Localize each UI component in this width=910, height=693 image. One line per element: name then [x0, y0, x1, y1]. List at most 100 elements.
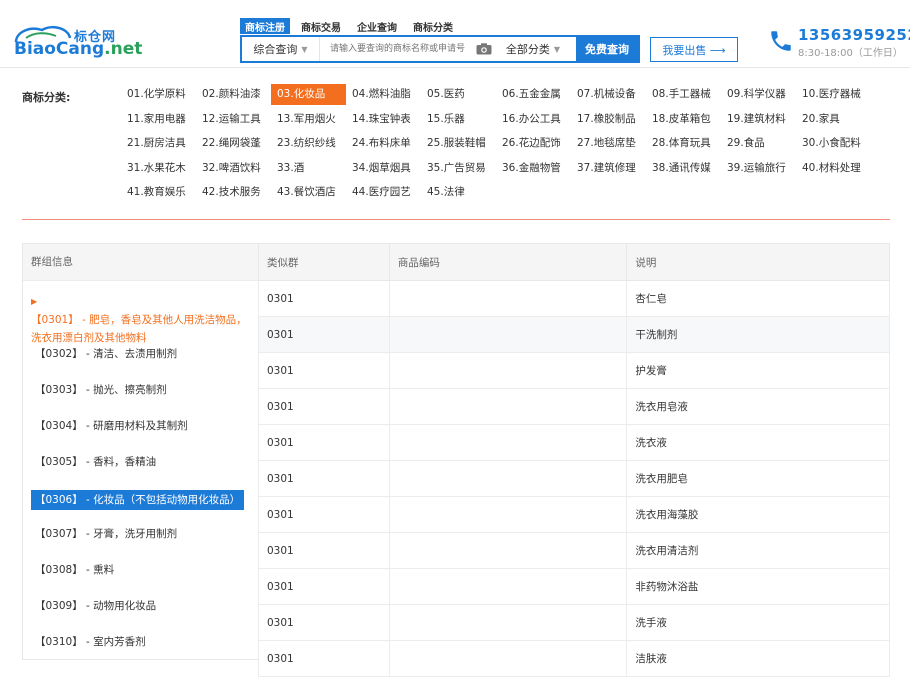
- category-item[interactable]: 07.机械设备: [571, 84, 646, 105]
- group-item-label: 【0301】 - 肥皂，香皂及其他人用洗洁物品，洗衣用漂白剂及其他物料: [31, 314, 247, 344]
- table-cell: 干洗制剂: [626, 316, 890, 353]
- group-item[interactable]: 【0309】 - 动物用化妆品: [23, 598, 259, 613]
- category-item[interactable]: 23.纺织纱线: [271, 133, 346, 154]
- search-type-select[interactable]: 综合查询 ▼: [242, 37, 320, 61]
- category-item[interactable]: 10.医疗器械: [796, 84, 871, 105]
- category-item[interactable]: 20.家具: [796, 109, 871, 130]
- category-item[interactable]: 16.办公工具: [496, 109, 571, 130]
- search-input[interactable]: [320, 37, 470, 61]
- table-cell: [388, 532, 628, 569]
- category-item[interactable]: 33.酒: [271, 158, 346, 179]
- group-item[interactable]: 【0305】 - 香料，香精油: [23, 454, 259, 469]
- category-item[interactable]: 44.医疗园艺: [346, 182, 421, 203]
- nav-tab-1[interactable]: 商标交易: [296, 18, 346, 34]
- table-row[interactable]: 0301 护发膏: [258, 352, 890, 389]
- category-item[interactable]: 06.五金金属: [496, 84, 571, 105]
- category-item[interactable]: 19.建筑材料: [721, 109, 796, 130]
- category-item[interactable]: 42.技术服务: [196, 182, 271, 203]
- category-item[interactable]: 39.运输旅行: [721, 158, 796, 179]
- group-item[interactable]: ▶ 【0301】 - 肥皂，香皂及其他人用洗洁物品，洗衣用漂白剂及其他物料: [23, 292, 259, 347]
- table-cell: 0301: [258, 496, 390, 533]
- category-select[interactable]: 全部分类 ▼: [494, 41, 572, 57]
- contact-phone: 13563959252: [798, 26, 910, 44]
- phone-icon: [771, 31, 791, 51]
- group-item[interactable]: 【0303】 - 抛光、擦亮制剂: [23, 382, 259, 397]
- category-item[interactable]: 17.橡胶制品: [571, 109, 646, 130]
- table-row[interactable]: 0301 非药物沐浴盐: [258, 568, 890, 605]
- chevron-down-icon: ▼: [301, 44, 308, 54]
- category-item[interactable]: 26.花边配饰: [496, 133, 571, 154]
- group-item[interactable]: 【0310】 - 室内芳香剂: [23, 634, 259, 649]
- table-row[interactable]: 0301 洁肤液: [258, 640, 890, 677]
- category-item[interactable]: 03.化妆品: [271, 84, 346, 105]
- category-item[interactable]: 27.地毯席垫: [571, 133, 646, 154]
- table-cell: [388, 424, 628, 461]
- site-logo[interactable]: 标仓网 BiaoCang.net: [12, 20, 142, 60]
- category-item[interactable]: 08.手工器械: [646, 84, 721, 105]
- category-item[interactable]: 15.乐器: [421, 109, 496, 130]
- category-item[interactable]: 18.皮革箱包: [646, 109, 721, 130]
- table-row[interactable]: 0301 洗衣用皂液: [258, 388, 890, 425]
- logo-text-en: BiaoCang.net: [14, 39, 142, 59]
- group-item[interactable]: 【0306】 - 化妆品（不包括动物用化妆品）: [23, 490, 259, 510]
- group-panel: 群组信息 ▶ 【0301】 - 肥皂，香皂及其他人用洗洁物品，洗衣用漂白剂及其他物…: [22, 243, 258, 660]
- category-item[interactable]: 35.广告贸易: [421, 158, 496, 179]
- category-item[interactable]: 01.化学原料: [121, 84, 196, 105]
- nav-tab-2[interactable]: 企业查询: [352, 18, 402, 34]
- group-item[interactable]: 【0307】 - 牙膏，洗牙用制剂: [23, 526, 259, 541]
- table-row[interactable]: 0301 洗衣用肥皂: [258, 460, 890, 497]
- category-item[interactable]: 04.燃料油脂: [346, 84, 421, 105]
- table-row[interactable]: 0301 洗衣液: [258, 424, 890, 461]
- category-item[interactable]: 13.军用烟火: [271, 109, 346, 130]
- table-cell: 杏仁皂: [626, 280, 890, 317]
- nav-tab-0[interactable]: 商标注册: [240, 18, 290, 34]
- category-item[interactable]: 43.餐饮酒店: [271, 182, 346, 203]
- logo-text-en-suffix: .net: [104, 39, 143, 59]
- category-item[interactable]: 37.建筑修理: [571, 158, 646, 179]
- camera-icon[interactable]: [474, 43, 494, 55]
- category-item[interactable]: 38.通讯传媒: [646, 158, 721, 179]
- table-cell: [388, 280, 628, 317]
- table-row[interactable]: 0301 洗衣用海藻胶: [258, 496, 890, 533]
- group-item[interactable]: 【0304】 - 研磨用材料及其制剂: [23, 418, 259, 433]
- logo-text-en-main: BiaoCang: [14, 39, 105, 59]
- category-item[interactable]: 25.服装鞋帽: [421, 133, 496, 154]
- category-item[interactable]: 41.教育娱乐: [121, 182, 196, 203]
- table-cell: 0301: [258, 460, 390, 497]
- category-item[interactable]: 14.珠宝钟表: [346, 109, 421, 130]
- category-item[interactable]: 31.水果花木: [121, 158, 196, 179]
- free-search-button[interactable]: 免费查询: [576, 37, 638, 61]
- group-item[interactable]: 【0308】 - 熏料: [23, 562, 259, 577]
- table-cell: [388, 604, 628, 641]
- goods-table-wrap: 类似群 商品编码 说明 0301 杏仁皂 0301 干洗制剂 0301 护发膏 0301 洗衣用皂…: [258, 243, 890, 677]
- category-item[interactable]: 12.运输工具: [196, 109, 271, 130]
- section-divider: [22, 219, 890, 220]
- table-row[interactable]: 0301 洗手液: [258, 604, 890, 641]
- table-row[interactable]: 0301 洗衣用清洁剂: [258, 532, 890, 569]
- category-item[interactable]: 24.布料床单: [346, 133, 421, 154]
- category-item[interactable]: 02.颜料油漆: [196, 84, 271, 105]
- category-item[interactable]: 32.啤酒饮料: [196, 158, 271, 179]
- category-grid: 01.化学原料 02.颜料油漆 03.化妆品 04.燃料油脂 05.医药 06.五金金属 0…: [121, 84, 891, 207]
- search-bar: 综合查询▼ 全部分类▼ 免费查询: [240, 35, 640, 63]
- category-item[interactable]: 11.家用电器: [121, 109, 196, 130]
- category-item[interactable]: 40.材料处理: [796, 158, 871, 179]
- table-cell: 0301: [258, 424, 390, 461]
- category-item[interactable]: 29.食品: [721, 133, 796, 154]
- category-item[interactable]: 28.体育玩具: [646, 133, 721, 154]
- category-item[interactable]: 30.小食配料: [796, 133, 871, 154]
- nav-tab-3[interactable]: 商标分类: [408, 18, 458, 34]
- sell-trademark-button[interactable]: 我要出售 ⟶: [650, 37, 738, 62]
- category-item[interactable]: 21.厨房洁具: [121, 133, 196, 154]
- group-item[interactable]: 【0302】 - 清洁、去渍用制剂: [23, 346, 259, 361]
- category-item[interactable]: 45.法律: [421, 182, 496, 203]
- category-item[interactable]: 36.金融物管: [496, 158, 571, 179]
- goods-table: 类似群 商品编码 说明 0301 杏仁皂 0301 干洗制剂 0301 护发膏 0301 洗衣用皂…: [258, 243, 890, 677]
- category-item[interactable]: 09.科学仪器: [721, 84, 796, 105]
- category-item[interactable]: 22.绳网袋蓬: [196, 133, 271, 154]
- category-item[interactable]: 34.烟草烟具: [346, 158, 421, 179]
- table-cell: 洗衣用皂液: [626, 388, 890, 425]
- table-row[interactable]: 0301 干洗制剂: [258, 316, 890, 353]
- table-row[interactable]: 0301 杏仁皂: [258, 280, 890, 317]
- category-item[interactable]: 05.医药: [421, 84, 496, 105]
